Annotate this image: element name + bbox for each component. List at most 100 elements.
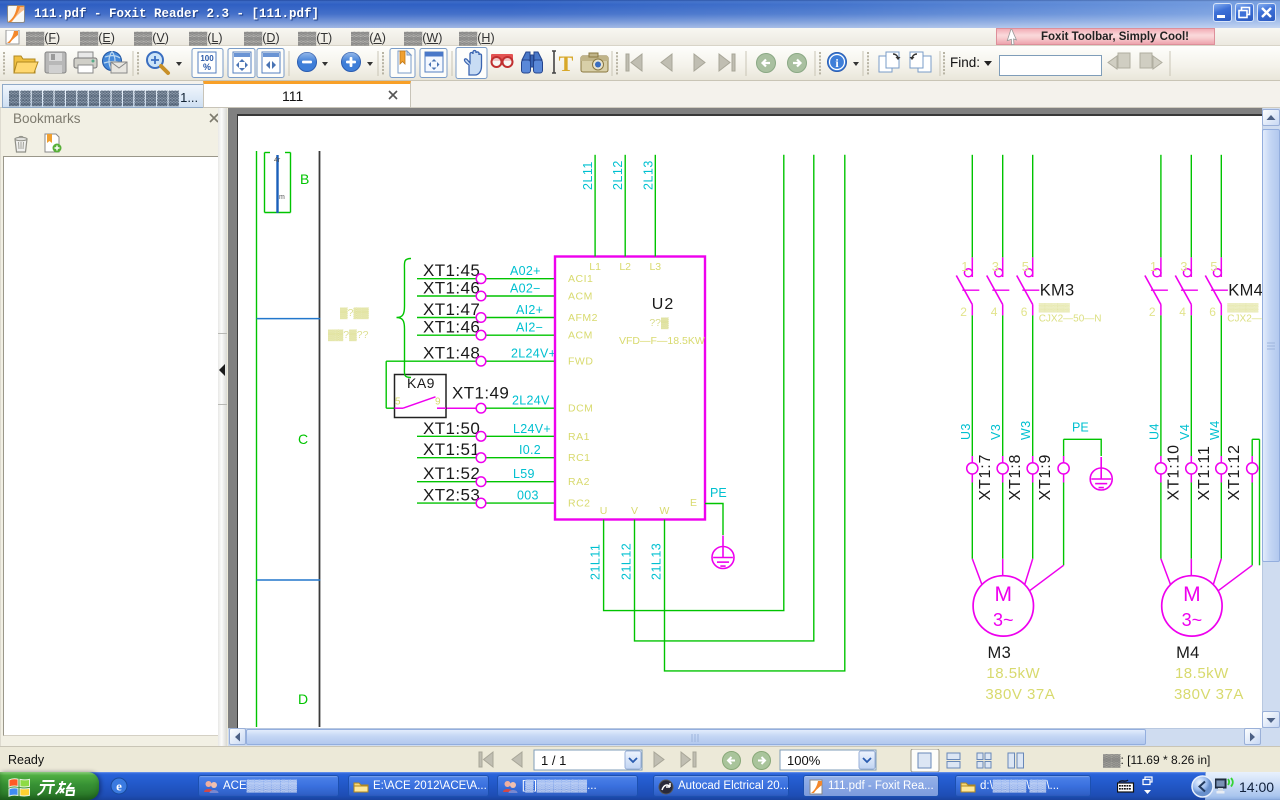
svg-text:A02−: A02− <box>510 282 541 296</box>
svg-text:2L24V+: 2L24V+ <box>511 347 556 361</box>
svg-text:E: E <box>690 497 697 509</box>
svg-text:XT1:11: XT1:11 <box>1196 445 1213 500</box>
svg-text:2L11: 2L11 <box>581 161 595 190</box>
svg-text:V: V <box>631 505 638 517</box>
svg-text:L3: L3 <box>649 261 661 273</box>
svg-text:V3: V3 <box>989 424 1003 440</box>
svg-text:U3: U3 <box>959 423 973 440</box>
svg-text:3~: 3~ <box>993 610 1014 630</box>
svg-text:RA2: RA2 <box>568 476 590 488</box>
svg-text:KA9: KA9 <box>407 375 435 391</box>
svg-text:5: 5 <box>1210 259 1217 274</box>
svg-text:2L12: 2L12 <box>611 160 625 190</box>
svg-text:W4: W4 <box>1208 420 1222 440</box>
svg-text:18.5kW: 18.5kW <box>986 665 1040 682</box>
svg-text:V4: V4 <box>1178 424 1192 440</box>
svg-text:W3: W3 <box>1019 420 1033 440</box>
svg-text:U4: U4 <box>1147 423 1161 440</box>
svg-text:D: D <box>298 691 308 707</box>
svg-text:A02+: A02+ <box>510 264 541 278</box>
svg-text:L2: L2 <box>619 261 631 273</box>
svg-text:C: C <box>298 431 308 447</box>
svg-text:CJX2—50—N: CJX2—50—N <box>1039 314 1102 325</box>
svg-text:2L24V: 2L24V <box>512 394 550 408</box>
svg-text:AI2−: AI2− <box>516 321 543 335</box>
svg-text:m: m <box>279 194 285 201</box>
svg-text:3~: 3~ <box>1182 610 1203 630</box>
svg-text:PE: PE <box>710 486 727 500</box>
svg-text:RC2: RC2 <box>568 498 591 510</box>
svg-text:ACI1: ACI1 <box>568 273 593 285</box>
svg-text:T: T <box>559 51 574 76</box>
svg-text:XT1:12: XT1:12 <box>1226 444 1243 500</box>
svg-text:21L12: 21L12 <box>620 543 634 580</box>
svg-text:1: 1 <box>961 259 968 274</box>
svg-text:XT1:47: XT1:47 <box>423 300 480 319</box>
svg-text:4: 4 <box>1179 305 1186 319</box>
svg-text:ACM: ACM <box>568 330 593 342</box>
svg-text:2L13: 2L13 <box>641 160 655 190</box>
svg-text:XT1:50: XT1:50 <box>423 419 480 438</box>
svg-text:KM4: KM4 <box>1228 282 1263 300</box>
svg-text:100%: 100% <box>787 753 821 768</box>
svg-text:PE: PE <box>1072 421 1089 435</box>
svg-text:XT1:49: XT1:49 <box>452 384 509 403</box>
svg-text:▓▓▓▓▓: ▓▓▓▓▓ <box>1227 302 1259 313</box>
svg-text:e: e <box>116 779 122 794</box>
svg-text:RC1: RC1 <box>568 452 591 464</box>
svg-text:XT1:52: XT1:52 <box>423 464 480 483</box>
svg-text:9: 9 <box>435 397 441 408</box>
svg-text:XT1:7: XT1:7 <box>977 454 994 501</box>
svg-text:I0.2: I0.2 <box>519 443 541 457</box>
svg-text:XT1:10: XT1:10 <box>1165 444 1182 500</box>
svg-text:XT1:46: XT1:46 <box>423 318 480 337</box>
svg-text:CJX2—: CJX2— <box>1227 314 1261 325</box>
svg-text:L1: L1 <box>589 261 601 273</box>
svg-text:3: 3 <box>992 259 999 274</box>
svg-text:AFM2: AFM2 <box>568 312 598 324</box>
svg-text:XT1:45: XT1:45 <box>423 261 480 280</box>
svg-text:▓▓▓▓▓: ▓▓▓▓▓ <box>1039 302 1071 313</box>
svg-text:RA1: RA1 <box>568 431 590 443</box>
svg-text:U2: U2 <box>652 296 674 313</box>
svg-text:Find:: Find: <box>950 55 980 70</box>
svg-text:B: B <box>300 171 309 187</box>
svg-text:XT1:46: XT1:46 <box>423 279 480 298</box>
svg-text:XT1:9: XT1:9 <box>1037 454 1054 501</box>
svg-text:M3: M3 <box>988 644 1012 662</box>
svg-text:M4: M4 <box>1176 644 1200 662</box>
svg-text:AI2+: AI2+ <box>516 303 543 317</box>
svg-text:380V 37A: 380V 37A <box>1174 686 1244 703</box>
svg-text:XT1:48: XT1:48 <box>423 344 480 363</box>
svg-text:1: 1 <box>1150 259 1157 274</box>
svg-text:VFD—F—18.5KW: VFD—F—18.5KW <box>619 335 705 347</box>
svg-text:FWD: FWD <box>568 356 593 368</box>
svg-text:21L11: 21L11 <box>589 544 603 580</box>
svg-text:M: M <box>1183 583 1201 606</box>
svg-text:18.5kW: 18.5kW <box>1175 665 1229 682</box>
svg-text:▓?▓▓: ▓?▓▓ <box>340 307 369 319</box>
svg-text:L59: L59 <box>513 467 535 481</box>
svg-text:XT1:8: XT1:8 <box>1007 454 1024 501</box>
svg-text:DCM: DCM <box>568 403 593 415</box>
svg-text:5: 5 <box>1022 259 1029 274</box>
svg-text:3: 3 <box>1180 259 1187 274</box>
svg-text:1 / 1: 1 / 1 <box>541 753 566 768</box>
svg-text:2: 2 <box>1149 305 1156 319</box>
svg-text:4: 4 <box>991 305 998 319</box>
svg-text:??▓: ??▓ <box>649 317 669 329</box>
svg-text:003: 003 <box>517 489 539 503</box>
svg-text:XT1:51: XT1:51 <box>423 440 480 459</box>
svg-text:5: 5 <box>395 397 401 408</box>
svg-text:W: W <box>660 505 670 517</box>
svg-text:6: 6 <box>1021 305 1028 319</box>
svg-text:6: 6 <box>1209 305 1216 319</box>
svg-text:4r: 4r <box>274 157 281 164</box>
svg-text:XT2:53: XT2:53 <box>423 486 480 505</box>
svg-text:▓▓?▓??: ▓▓?▓?? <box>328 329 369 341</box>
svg-text:ACM: ACM <box>568 291 593 303</box>
svg-text:L24V+: L24V+ <box>513 422 551 436</box>
svg-text:%: % <box>203 62 211 72</box>
svg-text:KM3: KM3 <box>1040 282 1075 300</box>
svg-text:380V 37A: 380V 37A <box>985 686 1055 703</box>
